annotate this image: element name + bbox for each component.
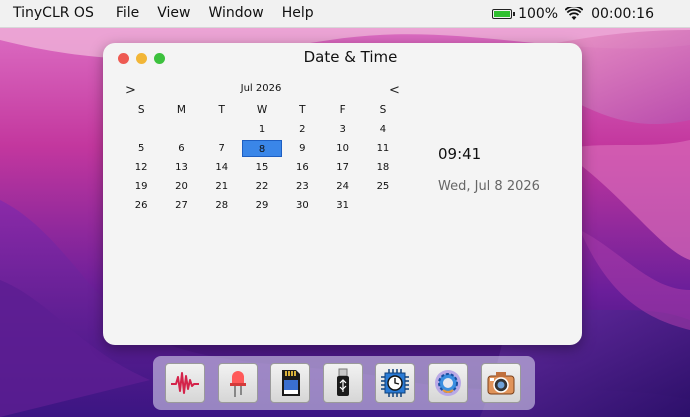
menu-window[interactable]: Window [200,0,273,27]
calendar-empty-cell [202,121,242,138]
calendar-weekday-header: S M T W T F S [121,101,403,120]
calendar-day[interactable]: 25 [363,178,403,195]
weekday-label: W [256,104,268,116]
battery-icon [492,8,516,19]
calendar-day[interactable]: 5 [121,140,161,157]
calendar-grid: S M T W T F S 1 2 3 4 5 6 7 8 9 10 11 12 13 14 15 16 17 1… [121,101,403,215]
menu-bar: TinyCLR OS File View Window Help 100% 00… [0,0,690,28]
calendar-prev-button[interactable]: < [389,83,400,98]
calendar-day[interactable]: 14 [202,159,242,176]
calendar-week-row: 5 6 7 8 9 10 11 [121,139,403,158]
calendar-day[interactable]: 26 [121,197,161,214]
date-time-window: Date & Time > Jul 2026 < S M T W T F S 1… [103,43,582,345]
calendar-week-row: 1234 [121,120,403,139]
battery-percent: 100% [518,5,559,22]
wifi-icon [565,6,584,20]
calendar-day[interactable]: 7 [202,140,242,157]
calendar-day[interactable]: 6 [161,140,201,157]
calendar-day[interactable]: 9 [282,140,322,157]
calendar-week-row: 26 27 28 29 30 31 [121,196,403,215]
calendar-day[interactable]: 27 [161,197,201,214]
menubar-clock: 00:00:16 [591,5,654,22]
weekday-label: T [299,104,306,116]
weekday-label: S [137,104,145,116]
calendar-day[interactable]: 13 [161,159,201,176]
calendar-day[interactable]: 11 [363,140,403,157]
window-title: Date & Time [303,48,398,66]
calendar-empty-cell [121,121,161,138]
usb-drive-icon[interactable] [323,363,363,403]
calendar-day[interactable]: 29 [242,197,282,214]
calendar-day[interactable]: 2 [282,121,322,138]
calendar-day[interactable]: 15 [242,159,282,176]
calendar-day[interactable]: 22 [242,178,282,195]
weekday-label: S [379,104,387,116]
calendar-week-row: 19 20 21 22 23 24 25 [121,177,403,196]
calendar-day[interactable]: 24 [322,178,362,195]
status-area: 100% 00:00:16 [492,0,690,27]
calendar-day[interactable]: 17 [322,159,362,176]
weekday-label: F [339,104,346,116]
weekday-label: M [176,104,186,116]
calendar-day[interactable]: 19 [121,178,161,195]
calendar-empty-cell [161,121,201,138]
calendar-day[interactable]: 1 [242,121,282,138]
calendar-day[interactable]: 3 [322,121,362,138]
calendar-day[interactable]: 8 [241,140,283,157]
calendar-day[interactable]: 21 [202,178,242,195]
calendar-day[interactable]: 12 [121,159,161,176]
calendar-day[interactable]: 16 [282,159,322,176]
app-name-menu[interactable]: TinyCLR OS [0,0,107,27]
dock [153,356,535,410]
waveform-icon[interactable] [165,363,205,403]
calendar-day[interactable]: 28 [202,197,242,214]
calendar-day[interactable]: 23 [282,178,322,195]
menu-file[interactable]: File [107,0,148,27]
calendar-month-label: Jul 2026 [240,83,282,94]
date-display: Wed, Jul 8 2026 [438,179,540,194]
calendar-day[interactable]: 20 [161,178,201,195]
calendar-day[interactable]: 18 [363,159,403,176]
calendar-empty-cell [363,197,403,214]
weekday-label: T [218,104,225,116]
calendar-day[interactable]: 4 [363,121,403,138]
time-display: 09:41 [438,145,482,163]
menu-view[interactable]: View [148,0,199,27]
chip-clock-icon[interactable] [375,363,415,403]
calendar-week-row: 12 13 14 15 16 17 18 [121,158,403,177]
calendar-day[interactable]: 30 [282,197,322,214]
menu-help[interactable]: Help [273,0,323,27]
calendar-day[interactable]: 31 [322,197,362,214]
settings-gear-icon[interactable] [428,363,468,403]
calendar-next-button[interactable]: > [125,83,136,98]
sd-card-icon[interactable] [270,363,310,403]
calendar-day[interactable]: 10 [322,140,362,157]
camera-icon[interactable] [481,363,521,403]
led-icon[interactable] [218,363,258,403]
